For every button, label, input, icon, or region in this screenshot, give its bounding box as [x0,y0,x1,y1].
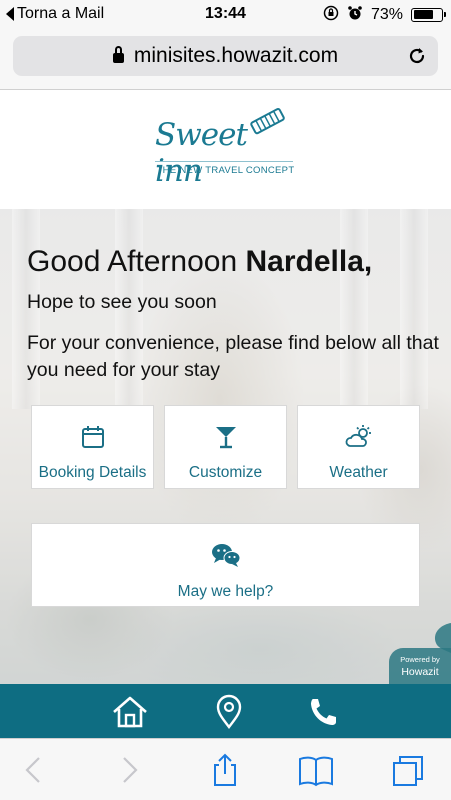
back-icon[interactable] [17,753,53,787]
booking-details-button[interactable]: Booking Details [31,405,154,489]
reload-icon[interactable] [406,45,428,67]
site-bottom-nav [0,684,451,738]
tabs-icon[interactable] [390,753,426,787]
powered-by-howazit-badge[interactable]: Powered by Howazit [389,648,451,684]
greeting-subtitle: Hope to see you soon [27,291,217,313]
tagline: THE NEW TRAVEL CONCEPT [156,165,295,176]
battery-level-fill [413,10,434,19]
battery-percent: 73% [370,5,403,23]
safari-toolbar [0,738,451,800]
weather-button[interactable]: Weather [297,405,420,489]
address-bar[interactable]: minisites.howazit.com [13,36,438,76]
calendar-icon [81,426,104,448]
may-we-help-label: May we help? [177,583,274,600]
url-text: minisites.howazit.com [133,44,339,67]
bookmarks-icon[interactable] [298,753,334,787]
alarm-icon [347,5,363,24]
guest-name: Nardella, [245,245,373,278]
phone-icon[interactable] [302,694,342,730]
site-header: Sweet inn THE NEW TRAVEL CONCEPT [0,91,451,209]
luggage-tag-icon [250,108,285,135]
orientation-lock-icon [323,5,339,24]
convenience-message: For your convenience, please find below … [27,332,439,381]
share-icon[interactable] [207,753,243,787]
booking-details-label: Booking Details [38,464,147,481]
ios-status-bar: Torna a Mail 13:44 73% [0,0,451,30]
hero-section: Good Afternoon Nardella, Hope to see you… [0,209,451,684]
battery-icon [411,7,446,22]
browser-address-area: minisites.howazit.com [0,30,451,90]
customize-label: Customize [188,464,263,481]
home-icon[interactable] [110,694,150,730]
partly-cloudy-icon [345,425,371,447]
forward-icon[interactable] [110,753,146,787]
weather-label: Weather [329,464,388,481]
logo-divider [155,161,293,162]
may-we-help-button[interactable]: May we help? [31,523,420,607]
powered-by-text: Powered by [400,655,440,664]
lock-icon [112,46,124,63]
howazit-text: Howazit [401,666,439,678]
customize-button[interactable]: Customize [164,405,287,489]
cocktail-glass-icon [215,427,236,449]
greeting-heading: Good Afternoon Nardella, [27,245,372,279]
chat-bubbles-icon [211,544,240,567]
greeting-prefix: Good Afternoon [27,245,246,278]
location-pin-icon[interactable] [209,694,249,730]
